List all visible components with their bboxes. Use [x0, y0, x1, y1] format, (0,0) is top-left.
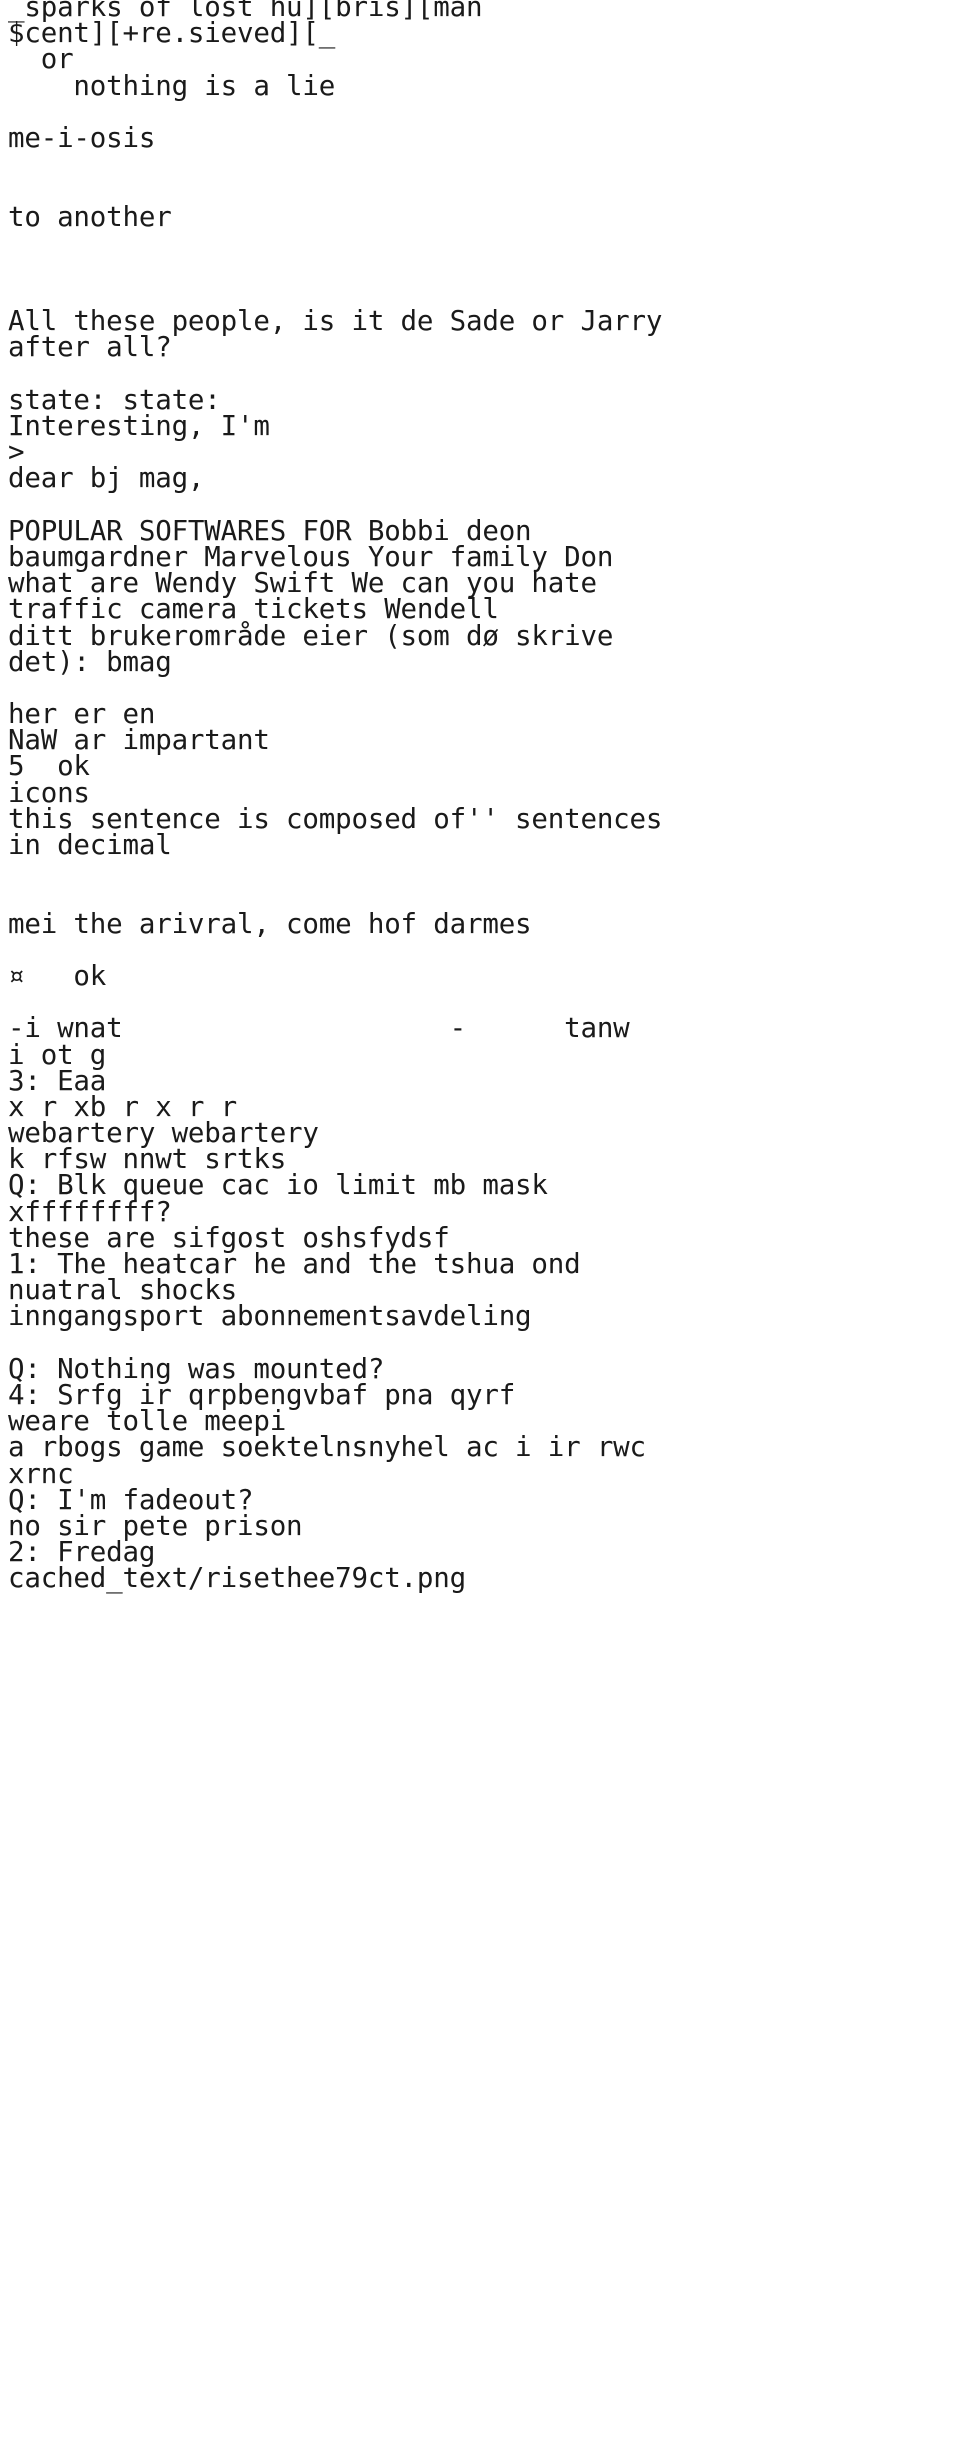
text-line-blank [8, 230, 960, 256]
text-line: icons [8, 776, 90, 809]
text-line: or [8, 43, 74, 76]
text-line-blank [8, 858, 960, 884]
text-line: to another [8, 200, 172, 233]
text-line-blank [8, 937, 960, 963]
text-line: 5 ok [8, 750, 90, 783]
text-line-blank [8, 177, 960, 203]
text-line: traffic camera tickets Wendell [8, 593, 499, 626]
text-line: mei the arivral, come hof darmes [8, 907, 532, 940]
document-page: _sparks of lost hu][bris][man $cent][+re.… [0, 0, 960, 2448]
text-line: ditt brukerområde eier (som dø skrive [8, 619, 614, 652]
text-line: i ot g [8, 1038, 107, 1071]
text-line: in decimal [8, 829, 172, 861]
text-line: ¤ ok [8, 959, 107, 992]
text-line: inngangsport abonnementsavdeling [8, 1300, 532, 1333]
text-line-blank [8, 361, 960, 387]
text-line: $cent][+re.sieved][_ [8, 17, 336, 50]
text-line: -i wnat - tanw [8, 1012, 630, 1045]
text-line: me-i-osis [8, 121, 156, 154]
document-text-body: _sparks of lost hu][bris][man $cent][+re.… [8, 0, 960, 1595]
text-line: Interesting, I'm [8, 410, 270, 442]
text-line: xffffffff? [8, 1195, 172, 1228]
text-line-blank [8, 99, 960, 125]
text-line: nothing is a lie [8, 69, 336, 102]
text-line-blank [8, 492, 960, 518]
text-line: a rbogs game soektelnsnyhel ac i ir rwc [8, 1431, 646, 1464]
text-line: Q: Nothing was mounted? [8, 1352, 385, 1385]
text-line-blank [8, 151, 960, 177]
text-line: NaW ar impartant [8, 724, 270, 757]
text-line: cached_text/risethee79ct.png [8, 1562, 466, 1595]
text-line-blank [8, 884, 960, 910]
text-line: xrnc [8, 1457, 74, 1490]
text-line: 3: Eaa [8, 1064, 107, 1097]
text-line: det): bmag [8, 645, 172, 678]
text-line: Q: Blk queue cac io limit mb mask [8, 1169, 548, 1202]
text-line: dear bj mag, [8, 462, 205, 495]
text-line-blank [8, 1330, 960, 1356]
text-line: after all? [8, 331, 172, 364]
text-line: Q: I'm fadeout? [8, 1483, 254, 1516]
text-line: POPULAR SOFTWARES FOR Bobbi deon [8, 514, 532, 547]
text-line-blank [8, 256, 960, 282]
